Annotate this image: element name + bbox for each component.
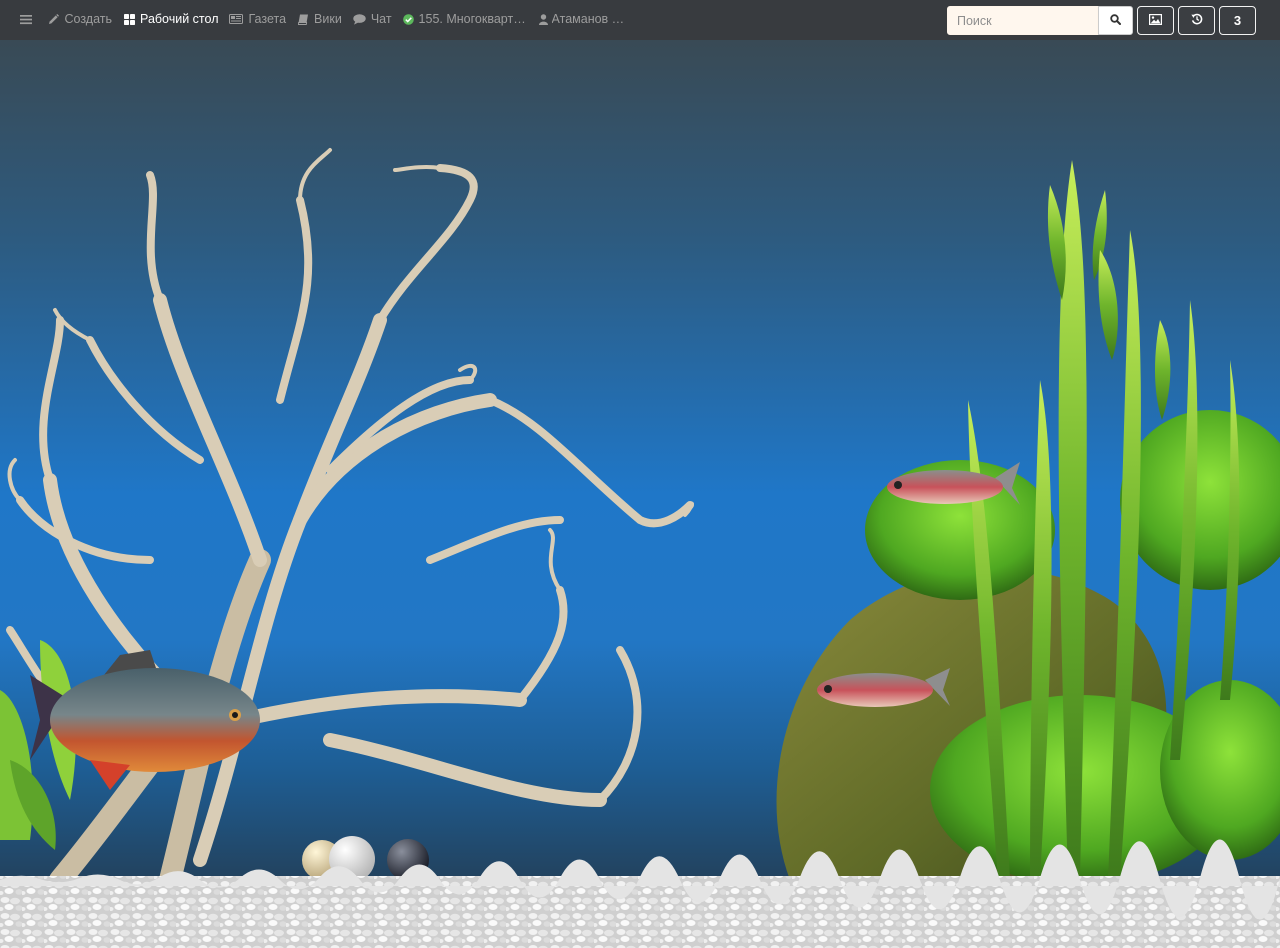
pencil-icon	[48, 13, 60, 25]
menu-icon	[19, 13, 32, 25]
search-form	[947, 6, 1133, 35]
newspaper-icon	[229, 13, 244, 25]
nav-create-label: Создать	[64, 12, 113, 26]
nav-chat-label: Чат	[370, 12, 392, 26]
search-icon	[1110, 12, 1121, 30]
history-button[interactable]	[1178, 6, 1215, 35]
book-icon	[297, 13, 309, 25]
search-button[interactable]	[1098, 6, 1133, 35]
aquarium-wallpaper	[0, 40, 1280, 948]
nav-task[interactable]: 155. Многоквартирный дом	[397, 0, 533, 38]
notifications-counter[interactable]: 3	[1219, 6, 1256, 35]
nav-menu: Создать Рабочий стол Газета Вики Чат 155…	[14, 0, 636, 38]
nav-create[interactable]: Создать	[42, 0, 118, 38]
nav-desktop[interactable]: Рабочий стол	[118, 0, 224, 38]
nav-tools: 3	[947, 6, 1256, 35]
search-input[interactable]	[947, 6, 1098, 35]
nav-wiki-label: Вики	[314, 12, 342, 26]
nav-task-label: 155. Многоквартирный дом	[418, 12, 528, 26]
nav-chat[interactable]: Чат	[347, 0, 397, 38]
nav-wiki[interactable]: Вики	[292, 0, 348, 38]
background-button[interactable]	[1137, 6, 1174, 35]
top-navbar: Создать Рабочий стол Газета Вики Чат 155…	[0, 0, 1280, 40]
nav-user-label: Атаманов Сергей	[551, 12, 631, 26]
nav-user[interactable]: Атаманов Сергей	[533, 0, 636, 38]
check-circle-icon	[403, 13, 415, 25]
nav-desktop-label: Рабочий стол	[140, 12, 219, 26]
history-icon	[1190, 13, 1203, 28]
image-icon	[1149, 13, 1163, 28]
grid-icon	[123, 13, 135, 25]
nav-newspaper[interactable]: Газета	[224, 0, 292, 38]
menu-toggle[interactable]	[14, 0, 42, 38]
user-icon	[538, 13, 548, 25]
comment-icon	[353, 13, 366, 25]
nav-newspaper-label: Газета	[248, 12, 287, 26]
